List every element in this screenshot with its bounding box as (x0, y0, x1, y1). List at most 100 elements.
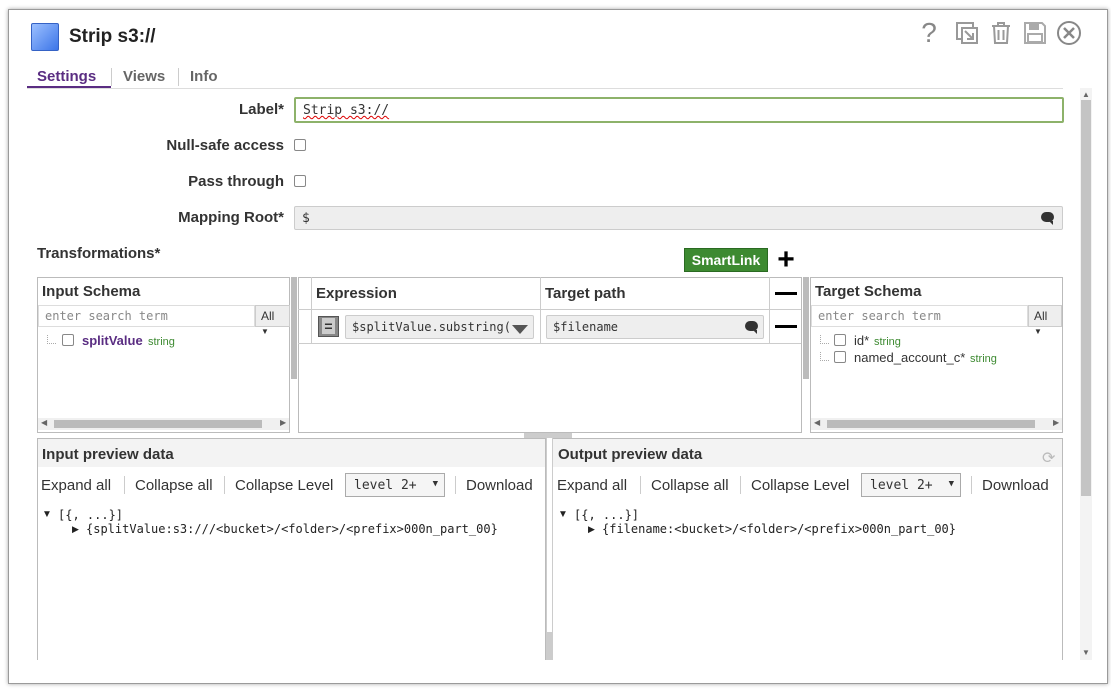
expression-value: $splitValue.substring( (352, 320, 511, 334)
split-value-checkbox[interactable] (62, 334, 74, 346)
scroll-down-icon[interactable]: ▼ (1082, 648, 1090, 658)
toolbar-separator (740, 476, 741, 494)
expand-arrow-icon[interactable]: ▼ (558, 509, 568, 520)
label-input[interactable]: Strip s3:// (294, 97, 1064, 123)
expand-arrow-icon[interactable]: ▶ (72, 524, 79, 535)
output-preview-title: Output preview data (558, 446, 703, 463)
mapping-vscrollbar[interactable] (803, 277, 809, 379)
id-checkbox[interactable] (834, 334, 846, 346)
input-schema-search[interactable]: enter search term (38, 305, 255, 327)
target-schema-search[interactable]: enter search term (811, 305, 1028, 327)
input-schema-vscrollbar[interactable] (291, 277, 297, 379)
column-divider (769, 277, 770, 343)
null-safe-checkbox[interactable] (294, 139, 306, 151)
target-path-value: $filename (553, 320, 619, 334)
vertical-splitter-handle[interactable] (547, 632, 552, 660)
output-collapse-all-button[interactable]: Collapse all (651, 477, 729, 494)
output-level-value: level 2+ (870, 478, 933, 493)
input-collapse-level-label: Collapse Level (235, 477, 334, 494)
snap-icon (31, 23, 59, 51)
expression-dropdown-icon[interactable] (512, 325, 528, 334)
column-divider (540, 277, 541, 343)
toolbar-separator (455, 476, 456, 494)
input-schema-panel (37, 277, 290, 433)
label-field-label: Label* (238, 101, 284, 118)
dialog-title: Strip s3:// (69, 26, 156, 47)
row-divider (298, 309, 801, 310)
transformations-label: Transformations* (37, 245, 161, 262)
input-preview-panel (37, 438, 546, 660)
target-field-name[interactable]: named_account_c* (854, 350, 965, 365)
active-tab-indicator (27, 86, 111, 88)
named-account-checkbox[interactable] (834, 351, 846, 363)
output-level-select[interactable]: level 2+ ▼ (861, 473, 961, 497)
refresh-icon[interactable]: ⟳ (1042, 448, 1055, 468)
close-icon[interactable] (1056, 20, 1082, 46)
tab-settings[interactable]: Settings (37, 68, 96, 85)
tab-views[interactable]: Views (123, 68, 165, 85)
input-tree-child: {splitValue:s3:///<bucket>/<folder>/<pre… (86, 522, 498, 536)
input-expand-all-button[interactable]: Expand all (41, 477, 111, 494)
target-field-type: string (874, 336, 901, 348)
comment-icon[interactable] (745, 321, 758, 334)
caret-down-icon: ▼ (261, 327, 269, 336)
target-schema-filter-label: All (1034, 309, 1048, 323)
mapping-root-label: Mapping Root* (178, 209, 284, 226)
remove-all-minus-icon[interactable] (775, 292, 797, 295)
target-schema-filter[interactable]: All ▼ (1028, 305, 1062, 336)
output-expand-all-button[interactable]: Expand all (557, 477, 627, 494)
expand-arrow-icon[interactable]: ▼ (42, 509, 52, 520)
target-field-type: string (970, 353, 997, 365)
help-icon[interactable]: ? (916, 17, 942, 48)
toolbar-separator (640, 476, 641, 494)
open-new-window-icon[interactable] (954, 20, 980, 46)
target-path-header: Target path (545, 285, 626, 302)
tab-separator (111, 68, 112, 86)
scroll-right-icon[interactable]: ▶ (280, 418, 286, 427)
input-field-name[interactable]: splitValue (82, 333, 143, 348)
expression-op-label: = (322, 318, 335, 334)
scroll-left-icon[interactable]: ◀ (41, 418, 47, 427)
tab-separator (178, 68, 179, 86)
input-schema-title: Input Schema (42, 283, 141, 300)
main-scroll-thumb[interactable] (1081, 100, 1091, 496)
scroll-thumb[interactable] (827, 420, 1035, 428)
mapping-root-value: $ (302, 211, 310, 226)
output-collapse-level-label: Collapse Level (751, 477, 850, 494)
mapping-root-input[interactable]: $ (294, 206, 1063, 230)
input-level-select[interactable]: level 2+ ▼ (345, 473, 445, 497)
scroll-thumb[interactable] (54, 420, 262, 428)
toolbar-separator (224, 476, 225, 494)
input-download-button[interactable]: Download (466, 477, 533, 494)
output-preview-panel (553, 438, 1063, 660)
comment-icon[interactable] (1041, 212, 1054, 225)
scroll-left-icon[interactable]: ◀ (814, 418, 820, 427)
null-safe-label: Null-safe access (166, 137, 284, 154)
vertical-splitter[interactable] (546, 438, 553, 660)
trash-icon[interactable] (988, 20, 1014, 46)
tab-info[interactable]: Info (190, 68, 218, 85)
column-divider (311, 277, 312, 343)
toolbar-separator (971, 476, 972, 494)
target-schema-title: Target Schema (815, 283, 922, 300)
remove-row-minus-icon[interactable] (775, 325, 797, 328)
pass-through-checkbox[interactable] (294, 175, 306, 187)
input-schema-filter[interactable]: All ▼ (255, 305, 290, 336)
smartlink-button[interactable]: SmartLink (684, 248, 768, 272)
expression-input[interactable]: $splitValue.substring( (345, 315, 534, 339)
input-schema-hscrollbar[interactable]: ◀ ▶ (38, 418, 289, 430)
output-download-button[interactable]: Download (982, 477, 1049, 494)
target-field-name[interactable]: id* (854, 333, 869, 348)
target-path-input[interactable]: $filename (546, 315, 764, 339)
expression-toggle-button[interactable]: = (318, 316, 339, 337)
input-collapse-all-button[interactable]: Collapse all (135, 477, 213, 494)
target-schema-hscrollbar[interactable]: ◀ ▶ (811, 418, 1062, 430)
scroll-right-icon[interactable]: ▶ (1053, 418, 1059, 427)
caret-down-icon: ▼ (948, 479, 954, 489)
toolbar-separator (124, 476, 125, 494)
save-icon[interactable] (1022, 20, 1048, 46)
add-mapping-plus-icon[interactable]: + (772, 245, 800, 275)
label-input-value: Strip s3:// (303, 103, 390, 118)
expand-arrow-icon[interactable]: ▶ (588, 524, 595, 535)
input-level-value: level 2+ (354, 478, 417, 493)
